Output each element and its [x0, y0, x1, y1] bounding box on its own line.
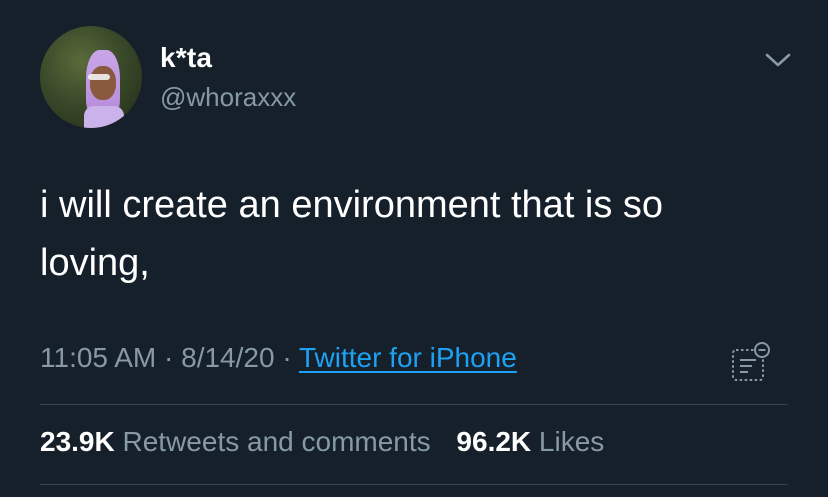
- divider: [40, 484, 788, 485]
- meta-separator: ·: [282, 342, 292, 373]
- avatar-shirt: [84, 106, 124, 128]
- likes-count: 96.2K: [456, 426, 532, 457]
- tweet-date: 8/14/20: [181, 342, 275, 373]
- avatar-face: [90, 66, 116, 100]
- analytics-icon[interactable]: [730, 340, 772, 384]
- tweet-time: 11:05 AM: [40, 342, 157, 373]
- tweet: k*ta @whoraxxx i will create an environm…: [0, 0, 828, 497]
- likes-label: Likes: [538, 426, 605, 457]
- meta-separator: ·: [164, 342, 174, 373]
- tweet-source-link[interactable]: Twitter for iPhone: [299, 342, 517, 373]
- display-name[interactable]: k*ta: [160, 42, 212, 74]
- avatar[interactable]: [40, 26, 142, 128]
- divider: [40, 404, 788, 405]
- tweet-meta: 11:05 AM · 8/14/20 · Twitter for iPhone: [40, 342, 517, 374]
- retweets-stat[interactable]: 23.9K Retweets and comments: [40, 426, 431, 457]
- avatar-glasses: [88, 74, 110, 80]
- retweets-label: Retweets and comments: [122, 426, 431, 457]
- chevron-down-icon[interactable]: [764, 50, 792, 70]
- likes-stat[interactable]: 96.2K Likes: [456, 426, 604, 457]
- tweet-stats: 23.9K Retweets and comments 96.2K Likes: [40, 426, 622, 458]
- user-handle[interactable]: @whoraxxx: [160, 82, 296, 113]
- tweet-text: i will create an environment that is so …: [40, 184, 664, 284]
- retweets-count: 23.9K: [40, 426, 115, 457]
